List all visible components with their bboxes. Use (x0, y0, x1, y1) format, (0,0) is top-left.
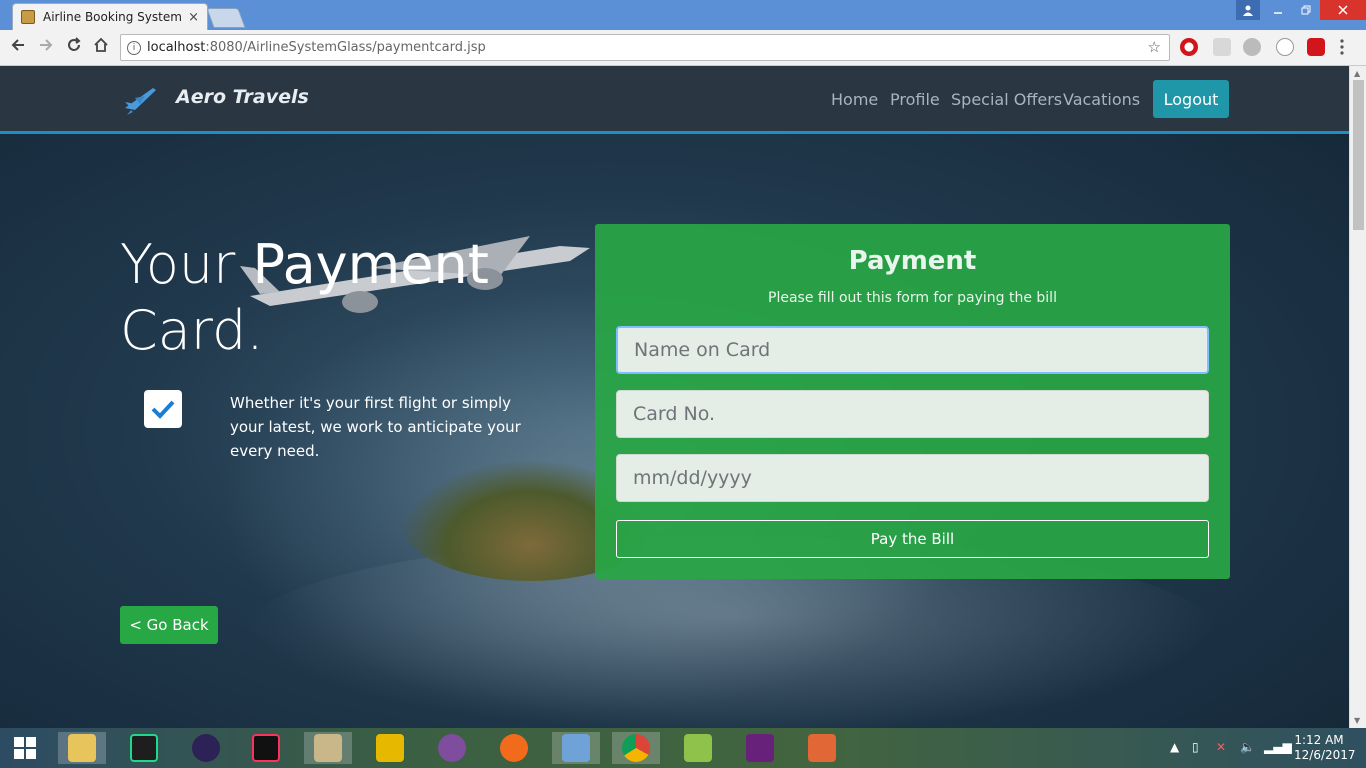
tray-network-error-icon[interactable]: ✕ (1216, 740, 1226, 754)
scrollbar-thumb[interactable] (1353, 80, 1364, 230)
go-back-button[interactable]: < Go Back (120, 606, 218, 644)
pycharm-icon[interactable] (120, 732, 168, 764)
brand-name[interactable]: Aero Travels (176, 86, 309, 108)
shield-extension-icon[interactable] (1213, 38, 1231, 56)
checkmark-badge (144, 390, 182, 428)
new-tab-button[interactable] (206, 8, 246, 28)
airplane-logo-icon (125, 88, 156, 115)
title-part-bold: Payment (252, 233, 489, 296)
close-window-icon[interactable] (1320, 0, 1366, 20)
signal-icon[interactable]: ▂▄▆ (1264, 740, 1292, 754)
title-part-1: Your (120, 233, 253, 296)
logout-button[interactable]: Logout (1153, 80, 1229, 118)
favicon-icon (21, 10, 35, 24)
clock-date: 12/6/2017 (1294, 748, 1356, 762)
taskbar-clock[interactable]: 1:12 AM 12/6/2017 (1294, 733, 1356, 763)
tray-expand-icon[interactable]: ▲ (1170, 740, 1179, 754)
payment-title: Payment (848, 246, 977, 276)
windows-taskbar: ▲ ▯ ✕ 🔈 ▂▄▆ 1:12 AM 12/6/2017 (0, 728, 1366, 768)
browser-toolbar: i localhost :8080/AirlineSystemGlass/pay… (0, 30, 1366, 66)
clock-time: 1:12 AM (1294, 733, 1344, 747)
profile-icon[interactable] (1236, 0, 1260, 20)
address-bar[interactable]: i localhost :8080/AirlineSystemGlass/pay… (120, 34, 1170, 61)
checkmark-icon (151, 400, 175, 419)
circle-extension-icon[interactable] (1276, 38, 1294, 56)
visual-studio-icon[interactable] (736, 732, 784, 764)
scroll-down-icon[interactable]: ▼ (1354, 716, 1360, 725)
firefox-icon[interactable] (490, 732, 538, 764)
payment-form-panel: Payment Please fill out this form for pa… (595, 224, 1230, 579)
page-scrollbar[interactable]: ▲ ▼ (1349, 66, 1366, 728)
volume-icon[interactable]: 🔈 (1240, 740, 1255, 754)
eclipse-icon[interactable] (182, 732, 230, 764)
tor-browser-icon[interactable] (428, 732, 476, 764)
url-host: localhost (147, 40, 206, 55)
file-explorer-icon[interactable] (58, 732, 106, 764)
page-title: Your Payment Card. (120, 232, 540, 364)
nav-profile[interactable]: Profile (890, 90, 940, 109)
home-icon[interactable] (93, 37, 109, 58)
nav-home[interactable]: Home (831, 90, 878, 109)
forward-arrow-icon[interactable] (38, 37, 54, 58)
virtualbox-icon[interactable] (552, 732, 600, 764)
card-number-input[interactable] (616, 390, 1209, 438)
nav-vacations[interactable]: Vacations (1063, 90, 1140, 109)
site-navbar: Aero Travels Home Profile Special Offers… (0, 66, 1349, 134)
url-path: :8080/AirlineSystemGlass/paymentcard.jsp (205, 40, 486, 55)
tab-title: Airline Booking System (43, 10, 182, 24)
payment-subtitle: Please fill out this form for paying the… (768, 290, 1057, 306)
chrome-icon[interactable] (612, 732, 660, 764)
adblock-extension-icon[interactable] (1307, 38, 1325, 56)
page-content: Aero Travels Home Profile Special Offers… (0, 66, 1349, 728)
nav-special-offers[interactable]: Special Offers (951, 90, 1062, 109)
browser-tab[interactable]: Airline Booking System × (12, 3, 208, 30)
back-arrow-icon[interactable] (10, 37, 26, 58)
bookmark-star-icon[interactable]: ☆ (1148, 38, 1161, 56)
pay-bill-button[interactable]: Pay the Bill (616, 520, 1209, 558)
site-info-icon[interactable]: i (127, 40, 141, 55)
vmware-icon[interactable] (366, 732, 414, 764)
tab-close-icon[interactable]: × (188, 10, 199, 25)
gear-extension-icon[interactable] (1243, 38, 1261, 56)
expiry-date-input[interactable] (616, 454, 1209, 502)
window-controls (1236, 0, 1366, 20)
windows-start-icon[interactable] (0, 728, 50, 768)
reload-icon[interactable] (66, 37, 82, 58)
restore-icon[interactable] (1292, 0, 1320, 20)
opera-extension-icon[interactable] (1180, 38, 1198, 56)
browser-tab-strip: Airline Booking System × (0, 0, 1366, 30)
tray-device-icon[interactable]: ▯ (1192, 740, 1199, 754)
name-on-card-input[interactable] (616, 326, 1209, 374)
notepad-plus-icon[interactable] (674, 732, 722, 764)
minimize-icon[interactable] (1264, 0, 1292, 20)
title-part-2: Card. (120, 299, 264, 362)
menu-icon[interactable] (1340, 39, 1344, 60)
intellij-icon[interactable] (242, 732, 290, 764)
tools-app-icon[interactable] (304, 732, 352, 764)
matlab-icon[interactable] (798, 732, 846, 764)
scroll-up-icon[interactable]: ▲ (1354, 69, 1360, 78)
feature-text: Whether it's your first flight or simply… (230, 394, 521, 460)
